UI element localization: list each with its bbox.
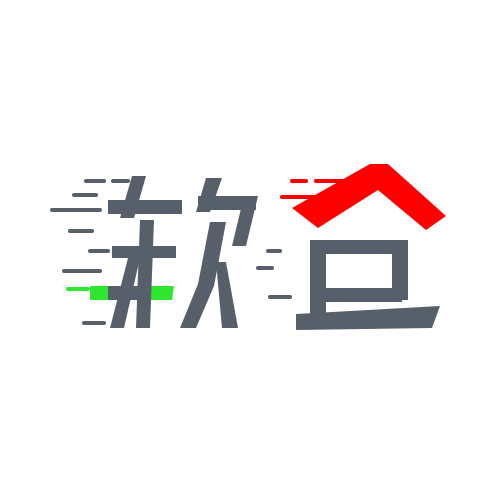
app-logo: 软仓	[50, 164, 446, 330]
char-ruan	[108, 176, 258, 328]
char-cang	[296, 240, 440, 330]
